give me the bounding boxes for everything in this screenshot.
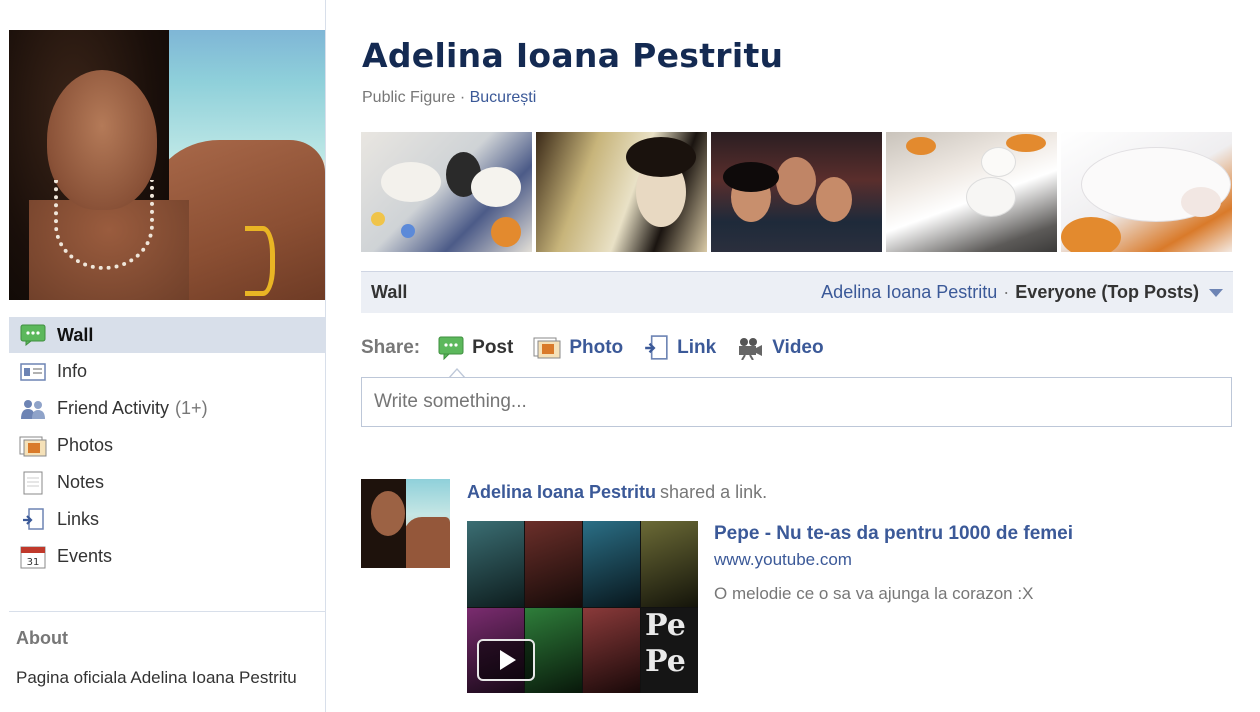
nav-label-notes: Notes — [57, 472, 105, 492]
strip-photo-group[interactable] — [711, 132, 882, 252]
share-video-label: Video — [772, 337, 824, 358]
strip-photo-puppy-sleeping[interactable] — [1061, 132, 1232, 252]
about-title: About — [16, 628, 68, 648]
strip-photo-puppies-1[interactable] — [361, 132, 532, 252]
share-post-label: Post — [472, 337, 514, 358]
link-description: O melodie ce o sa va ajunga la corazon :… — [714, 584, 1034, 603]
nav-label-links: Links — [57, 509, 100, 529]
nav-label-events: Events — [57, 546, 113, 566]
story-avatar-arm — [403, 517, 450, 568]
links-icon — [19, 507, 47, 531]
story-verb: shared a link. — [660, 482, 768, 502]
story-avatar[interactable] — [361, 479, 450, 568]
nav-item-info[interactable]: Info — [9, 353, 325, 390]
share-row: Share: Post Photo Link Video — [361, 332, 844, 364]
strip-photo-puppies-2[interactable] — [886, 132, 1057, 252]
info-icon — [19, 361, 47, 383]
wall-filter-dropdown[interactable]: Adelina Ioana Pestritu · Everyone (Top P… — [821, 282, 1223, 303]
about-divider — [9, 611, 325, 612]
friends-icon — [19, 398, 47, 420]
wall-filter-separator: · — [1003, 282, 1010, 302]
share-photo-button[interactable]: Photo — [533, 336, 623, 360]
share-video-button[interactable]: Video — [736, 336, 824, 360]
photo-strip — [361, 132, 1233, 252]
link-icon — [643, 335, 669, 361]
profile-nav: Wall Info Friend Activity (1+) Photos No… — [9, 317, 325, 575]
link-title[interactable]: Pepe - Nu te-as da pentru 1000 de femei — [714, 523, 1073, 545]
share-link-label: Link — [677, 337, 717, 358]
nav-item-wall[interactable]: Wall — [9, 317, 325, 353]
chevron-down-icon[interactable] — [1209, 288, 1223, 297]
photo-icon — [533, 336, 561, 360]
wall-filter-owner[interactable]: Adelina Ioana Pestritu — [821, 282, 997, 303]
profile-picture[interactable] — [9, 30, 325, 300]
nav-label-photos: Photos — [57, 435, 114, 455]
nav-item-friend-activity[interactable]: Friend Activity (1+) — [9, 390, 325, 427]
share-link-button[interactable]: Link — [643, 335, 716, 361]
nav-label-wall: Wall — [57, 324, 94, 345]
post-icon — [438, 336, 464, 360]
nav-label-friend-activity: Friend Activity — [57, 398, 170, 418]
events-icon-day: 31 — [27, 557, 40, 568]
profile-subtitle-separator: · — [459, 89, 466, 106]
video-thumbnail[interactable]: Pe Pe — [467, 521, 698, 693]
nav-item-links[interactable]: Links — [9, 501, 325, 538]
thumb-text-1: Pe — [645, 608, 686, 643]
nav-item-events[interactable]: 31 Events — [9, 538, 325, 575]
profile-name: Adelina Ioana Pestritu — [362, 36, 784, 75]
wall-filter-mode[interactable]: Everyone (Top Posts) — [1015, 282, 1199, 303]
left-column: Wall Info Friend Activity (1+) Photos No… — [0, 0, 326, 712]
profile-picture-necklace — [54, 180, 154, 270]
story-header: Adelina Ioana Pestritu shared a link. — [467, 482, 767, 503]
wall-icon — [19, 324, 47, 346]
nav-label-info: Info — [57, 361, 88, 381]
profile-category: Public Figure — [362, 89, 456, 106]
thumb-text-2: Pe — [645, 644, 686, 679]
profile-location-link[interactable]: București — [470, 89, 537, 106]
notes-icon — [19, 471, 47, 494]
profile-picture-swimsuit — [245, 226, 275, 296]
about-text: Pagina oficiala Adelina Ioana Pestritu — [16, 668, 297, 687]
story-avatar-face — [371, 491, 405, 536]
nav-item-notes[interactable]: Notes — [9, 464, 325, 501]
wall-bar-title: Wall — [371, 282, 408, 302]
events-icon: 31 — [19, 546, 47, 568]
link-domain: www.youtube.com — [714, 550, 852, 569]
wall-bar: Wall Adelina Ioana Pestritu · Everyone (… — [361, 271, 1233, 313]
strip-photo-portrait[interactable] — [536, 132, 707, 252]
story-actor-link[interactable]: Adelina Ioana Pestritu — [467, 482, 656, 502]
share-post-button[interactable]: Post — [438, 336, 513, 360]
nav-count-friend-activity: (1+) — [175, 398, 208, 418]
composer-input[interactable] — [361, 377, 1232, 427]
photos-icon — [19, 435, 47, 457]
nav-item-photos[interactable]: Photos — [9, 427, 325, 464]
profile-subtitle: Public Figure · București — [362, 89, 536, 107]
share-label: Share: — [361, 337, 421, 358]
share-photo-label: Photo — [569, 337, 624, 358]
video-icon — [736, 336, 764, 360]
play-icon[interactable] — [477, 639, 535, 681]
